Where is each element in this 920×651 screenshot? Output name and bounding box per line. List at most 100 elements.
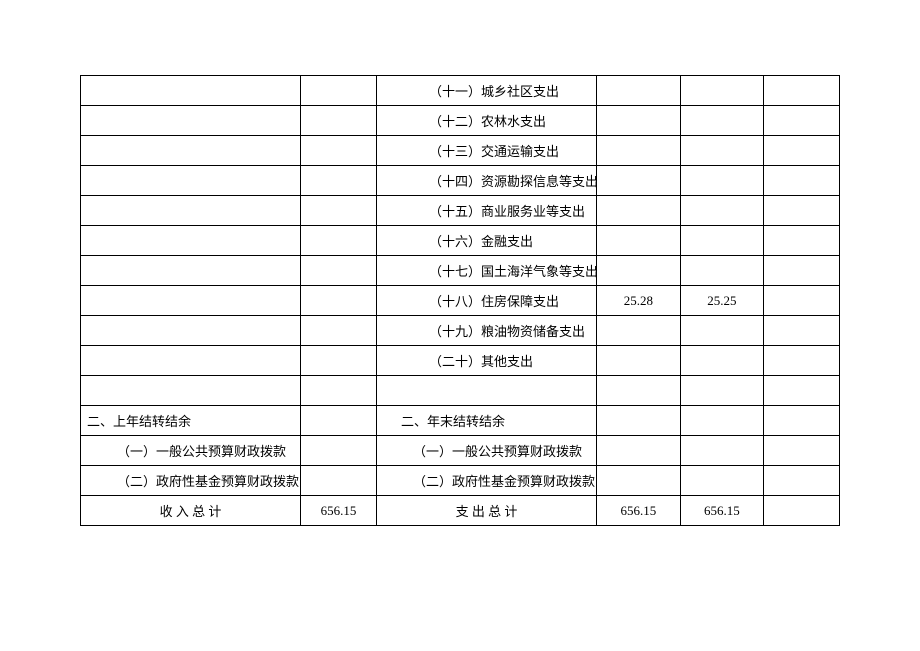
left-label (81, 286, 301, 316)
spacer-cell (764, 376, 840, 406)
right-label: （十六）金融支出 (377, 226, 597, 256)
value-col4 (597, 76, 680, 106)
expense-item-row: （十六）金融支出 (81, 226, 840, 256)
empty-cell (597, 406, 680, 436)
value-col4 (597, 226, 680, 256)
spacer-cell (301, 376, 377, 406)
left-label (81, 196, 301, 226)
section-left-header: 二、上年结转结余 (81, 406, 301, 436)
totals-row: 收 入 总 计656.15支 出 总 计656.15656.15 (81, 496, 840, 526)
sub-left-label: （一）一般公共预算财政拨款 (81, 436, 301, 466)
budget-table: （十一）城乡社区支出（十二）农林水支出（十三）交通运输支出（十四）资源勘探信息等… (80, 75, 840, 526)
left-label (81, 76, 301, 106)
value-col5 (680, 346, 763, 376)
left-value (301, 196, 377, 226)
left-value (301, 136, 377, 166)
expense-item-row: （二十）其他支出 (81, 346, 840, 376)
right-label: （十三）交通运输支出 (377, 136, 597, 166)
left-value (301, 76, 377, 106)
value-col6 (764, 256, 840, 286)
empty-cell (597, 436, 680, 466)
left-label (81, 316, 301, 346)
expense-total-c6 (764, 496, 840, 526)
value-col5 (680, 196, 763, 226)
empty-cell (301, 466, 377, 496)
value-col5 (680, 226, 763, 256)
spacer-row (81, 376, 840, 406)
value-col4 (597, 346, 680, 376)
sub-right-label: （一）一般公共预算财政拨款 (377, 436, 597, 466)
value-col4: 25.28 (597, 286, 680, 316)
value-col4 (597, 196, 680, 226)
right-label: （十一）城乡社区支出 (377, 76, 597, 106)
value-col6 (764, 286, 840, 316)
right-label: （十九）粮油物资储备支出 (377, 316, 597, 346)
right-label: （二十）其他支出 (377, 346, 597, 376)
empty-cell (680, 466, 763, 496)
expense-total-label: 支 出 总 计 (377, 496, 597, 526)
value-col6 (764, 316, 840, 346)
left-value (301, 346, 377, 376)
empty-cell (301, 436, 377, 466)
right-label: （十四）资源勘探信息等支出 (377, 166, 597, 196)
expense-item-row: （十一）城乡社区支出 (81, 76, 840, 106)
left-label (81, 166, 301, 196)
spacer-cell (680, 376, 763, 406)
empty-cell (597, 466, 680, 496)
sub-right-label: （二）政府性基金预算财政拨款 (377, 466, 597, 496)
value-col5: 25.25 (680, 286, 763, 316)
value-col6 (764, 106, 840, 136)
right-label: （十二）农林水支出 (377, 106, 597, 136)
empty-cell (764, 436, 840, 466)
value-col5 (680, 166, 763, 196)
value-col6 (764, 346, 840, 376)
expense-item-row: （十四）资源勘探信息等支出 (81, 166, 840, 196)
empty-cell (764, 406, 840, 436)
value-col5 (680, 76, 763, 106)
value-col6 (764, 166, 840, 196)
expense-item-row: （十九）粮油物资储备支出 (81, 316, 840, 346)
left-value (301, 286, 377, 316)
expense-item-row: （十七）国土海洋气象等支出 (81, 256, 840, 286)
section-sub-row: （二）政府性基金预算财政拨款 （二）政府性基金预算财政拨款 (81, 466, 840, 496)
section-right-header: 二、年末结转结余 (377, 406, 597, 436)
empty-cell (680, 436, 763, 466)
value-col5 (680, 256, 763, 286)
expense-item-row: （十八）住房保障支出25.2825.25 (81, 286, 840, 316)
spacer-cell (81, 376, 301, 406)
right-label: （十八）住房保障支出 (377, 286, 597, 316)
value-col4 (597, 106, 680, 136)
value-col4 (597, 136, 680, 166)
empty-cell (301, 406, 377, 436)
income-total-label: 收 入 总 计 (81, 496, 301, 526)
expense-item-row: （十五）商业服务业等支出 (81, 196, 840, 226)
expense-item-row: （十二）农林水支出 (81, 106, 840, 136)
value-col6 (764, 226, 840, 256)
income-total-value: 656.15 (301, 496, 377, 526)
value-col4 (597, 256, 680, 286)
expense-total-c5: 656.15 (680, 496, 763, 526)
spacer-cell (597, 376, 680, 406)
right-label: （十五）商业服务业等支出 (377, 196, 597, 226)
expense-item-row: （十三）交通运输支出 (81, 136, 840, 166)
left-label (81, 136, 301, 166)
expense-total-c4: 656.15 (597, 496, 680, 526)
left-value (301, 226, 377, 256)
left-value (301, 166, 377, 196)
left-label (81, 346, 301, 376)
left-label (81, 226, 301, 256)
section-sub-row: （一）一般公共预算财政拨款 （一）一般公共预算财政拨款 (81, 436, 840, 466)
value-col6 (764, 76, 840, 106)
section-header-row: 二、上年结转结余 二、年末结转结余 (81, 406, 840, 436)
left-label (81, 256, 301, 286)
value-col6 (764, 196, 840, 226)
value-col5 (680, 136, 763, 166)
left-value (301, 106, 377, 136)
left-label (81, 106, 301, 136)
empty-cell (680, 406, 763, 436)
spacer-cell (377, 376, 597, 406)
sub-left-label: （二）政府性基金预算财政拨款 (81, 466, 301, 496)
left-value (301, 316, 377, 346)
empty-cell (764, 466, 840, 496)
value-col5 (680, 316, 763, 346)
